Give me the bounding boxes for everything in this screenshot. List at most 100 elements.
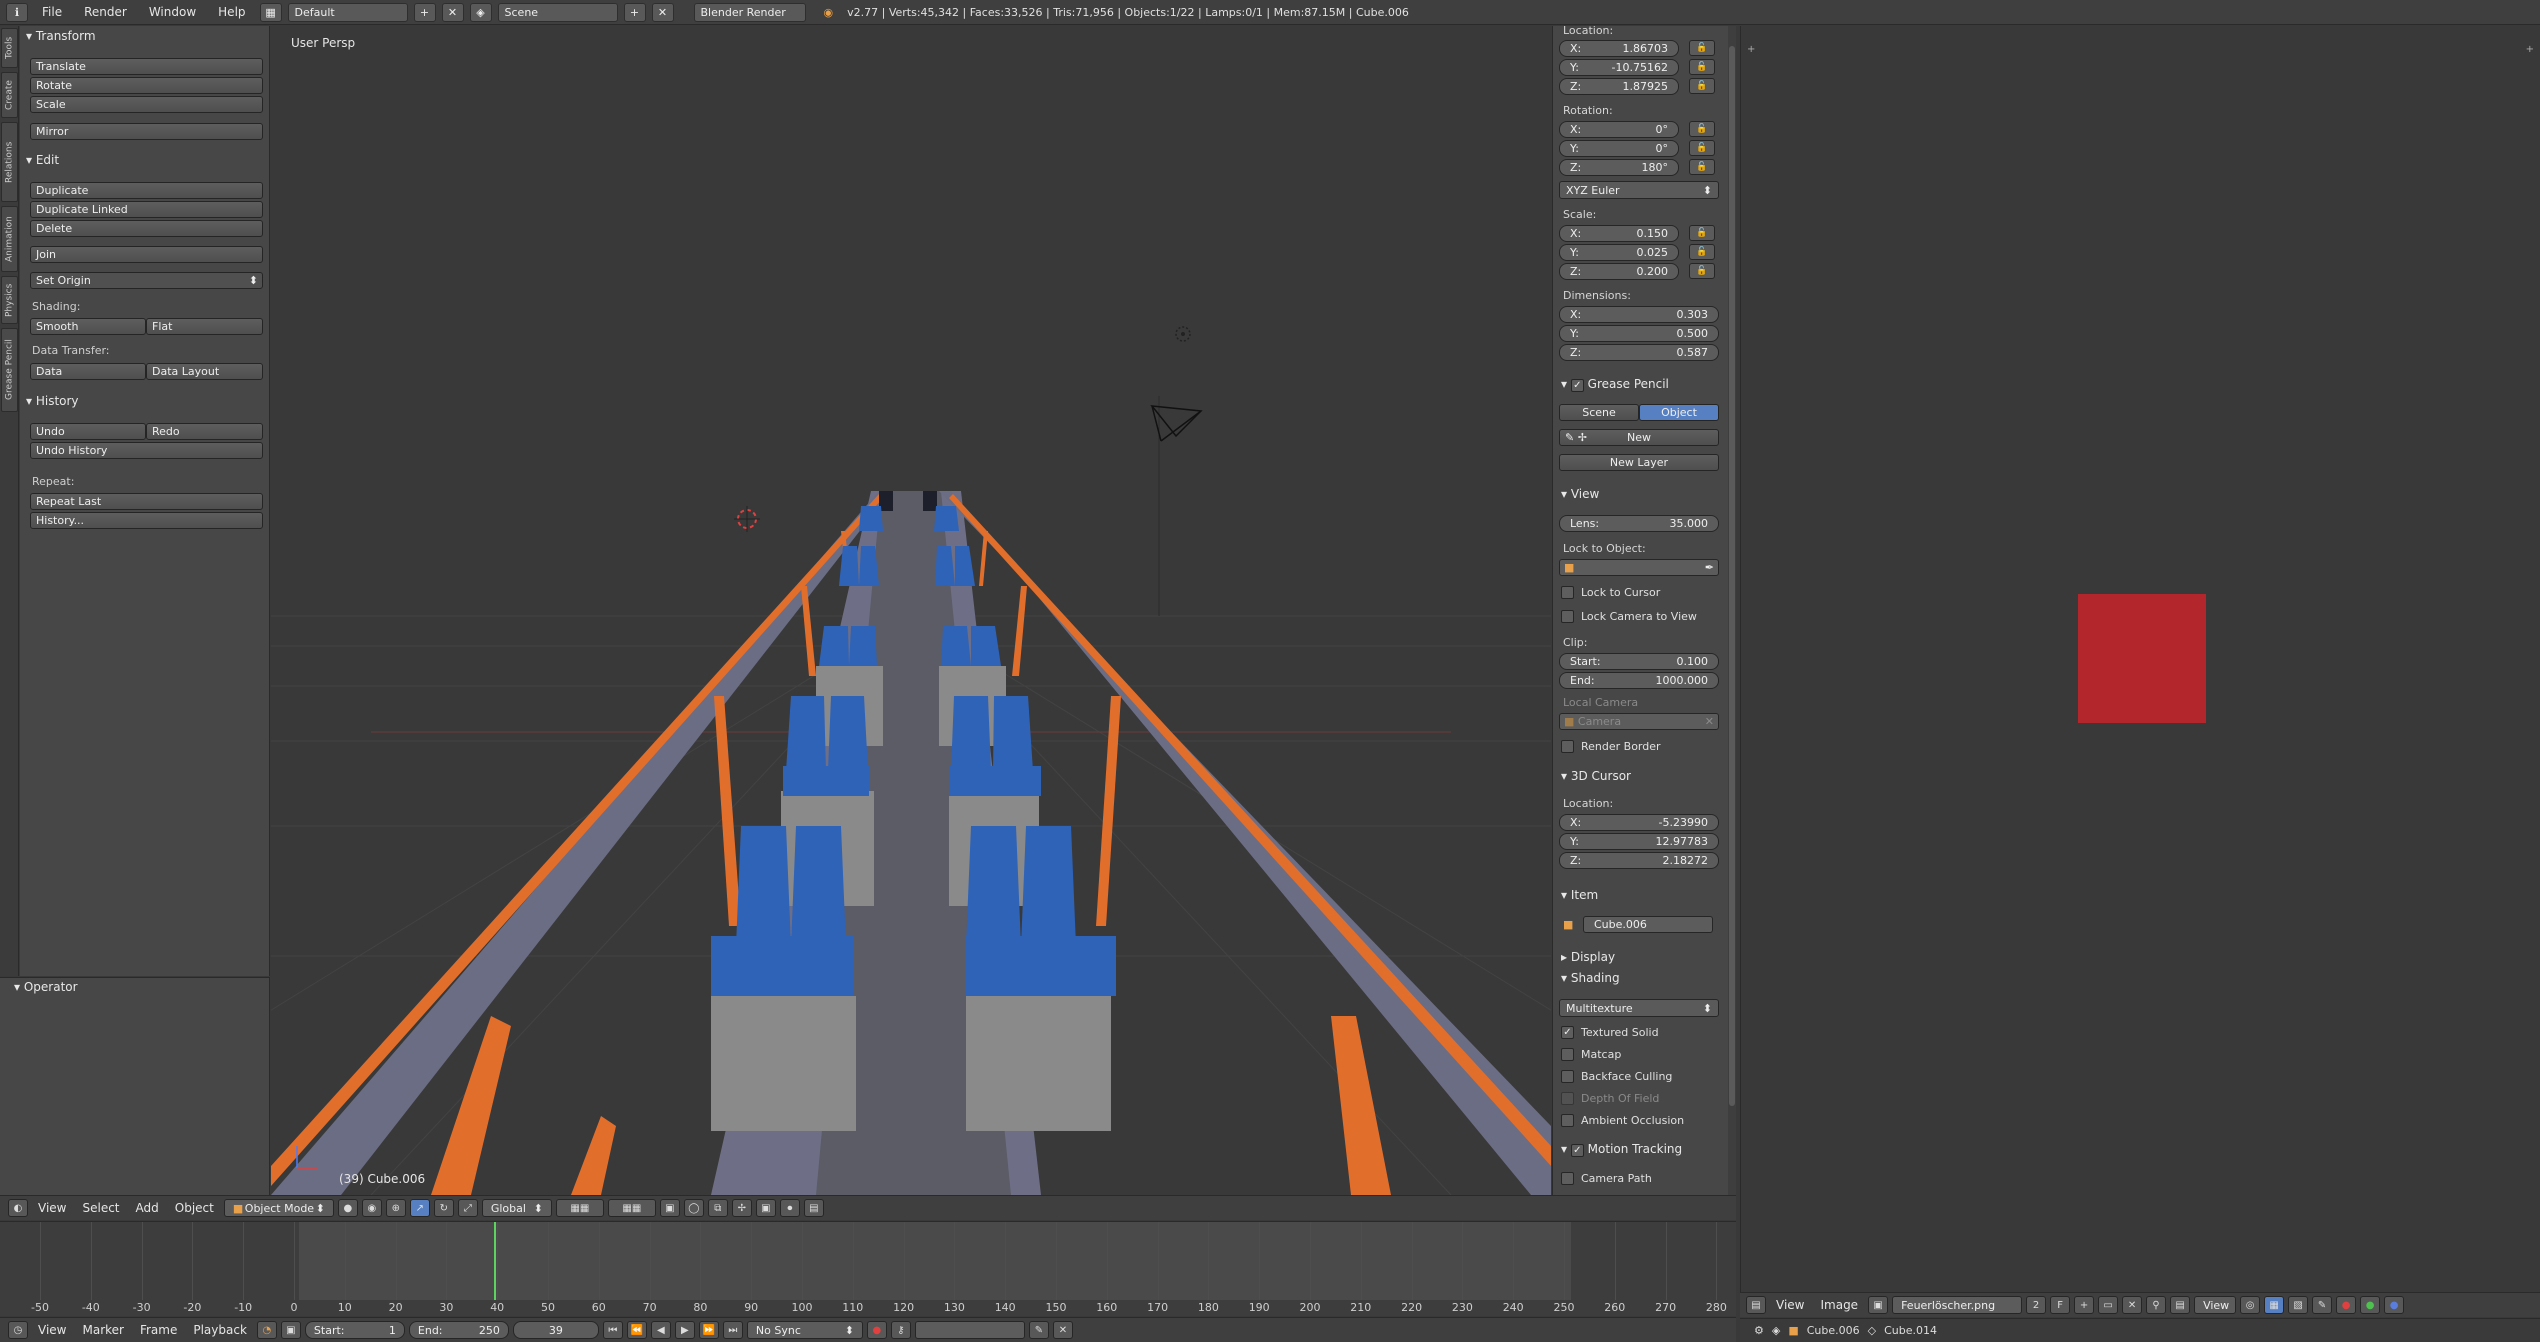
delete-keyframe-icon[interactable]: ✕ bbox=[1052, 1321, 1073, 1339]
history-button[interactable]: History... bbox=[30, 512, 263, 529]
eyedropper-icon[interactable]: ✒ bbox=[1705, 561, 1714, 574]
next-keyframe-icon[interactable]: ⏩ bbox=[698, 1321, 719, 1339]
open-image-icon[interactable]: ▭ bbox=[2098, 1296, 2119, 1314]
lock-camera-to-view-checkbox[interactable] bbox=[1561, 610, 1574, 623]
textured-solid-checkbox[interactable]: ✓ bbox=[1561, 1026, 1574, 1039]
pivot-icon[interactable]: ◎ bbox=[2240, 1296, 2261, 1314]
keying-set-field[interactable] bbox=[914, 1321, 1025, 1339]
backface-culling-checkbox[interactable] bbox=[1561, 1070, 1574, 1083]
jump-end-icon[interactable]: ⏭ bbox=[722, 1321, 743, 1339]
scene-icon[interactable]: ◈ bbox=[469, 2, 492, 22]
color-channel-icon[interactable]: ● bbox=[2336, 1296, 2357, 1314]
remove-scene-icon[interactable]: ✕ bbox=[651, 2, 674, 22]
repeat-last-button[interactable]: Repeat Last bbox=[30, 493, 263, 510]
lock-icon[interactable]: 🔓 bbox=[1689, 140, 1715, 156]
menu-object[interactable]: Object bbox=[169, 1201, 220, 1215]
lock-icon[interactable]: ▣ bbox=[280, 1321, 301, 1339]
menu-render[interactable]: Render bbox=[76, 5, 135, 19]
end-frame-field[interactable]: End: 250 bbox=[408, 1321, 509, 1339]
lock-icon[interactable]: 🔓 bbox=[1689, 225, 1715, 241]
data-button[interactable]: Data bbox=[30, 363, 146, 380]
image-pin-icon[interactable]: ▦ bbox=[2264, 1296, 2285, 1314]
location-x-field[interactable]: X: 1.86703 bbox=[1559, 40, 1679, 57]
motion-tracking-header[interactable]: ▾ ✓ Motion Tracking bbox=[1561, 1142, 1682, 1157]
undo-button[interactable]: Undo bbox=[30, 423, 146, 440]
current-frame-field[interactable]: 39 bbox=[512, 1321, 599, 1339]
smooth-button[interactable]: Smooth bbox=[30, 318, 146, 335]
lock-icon[interactable]: 🔓 bbox=[1689, 59, 1715, 75]
item-name-field[interactable]: Cube.006 bbox=[1583, 916, 1713, 933]
gp-scene-button[interactable]: Scene bbox=[1559, 404, 1639, 421]
layers-grid-icon[interactable]: ▦▦ bbox=[607, 1199, 656, 1217]
image-editor[interactable]: + + bbox=[1740, 26, 2540, 1292]
cursor-x-field[interactable]: X: -5.23990 bbox=[1559, 814, 1719, 831]
keying-set-icon[interactable]: ⚷ bbox=[890, 1321, 911, 1339]
motion-tracking-checkbox[interactable]: ✓ bbox=[1570, 1144, 1584, 1157]
operator-panel-header[interactable]: ▾ Operator bbox=[14, 980, 78, 994]
tab-animation[interactable]: Animation bbox=[1, 206, 18, 272]
lamp-object[interactable] bbox=[1175, 326, 1191, 342]
menu-add[interactable]: Add bbox=[130, 1201, 165, 1215]
timeline-menu-playback[interactable]: Playback bbox=[187, 1323, 253, 1337]
tab-tools[interactable]: Tools bbox=[1, 28, 18, 68]
display-panel-header[interactable]: ▸ Display bbox=[1561, 950, 1615, 964]
layout-selector[interactable]: Default bbox=[287, 2, 408, 22]
lock-layers-icon[interactable]: ▣ bbox=[659, 1199, 680, 1217]
view-mode-icon[interactable]: ▤ bbox=[2170, 1296, 2191, 1314]
scale-y-field[interactable]: Y: 0.025 bbox=[1559, 244, 1679, 261]
grease-pencil-checkbox[interactable]: ✓ bbox=[1570, 379, 1584, 392]
rotation-x-field[interactable]: X: 0° bbox=[1559, 121, 1679, 138]
add-scene-icon[interactable]: + bbox=[623, 2, 646, 22]
translate-manipulator-icon[interactable]: ↗ bbox=[409, 1199, 430, 1217]
clip-start-field[interactable]: Start: 0.100 bbox=[1559, 653, 1719, 670]
scrollbar-thumb[interactable] bbox=[1729, 46, 1735, 1106]
render-engine-selector[interactable]: Blender Render bbox=[693, 2, 806, 22]
playhead[interactable] bbox=[494, 1222, 496, 1300]
scale-x-field[interactable]: X: 0.150 bbox=[1559, 225, 1679, 242]
rotation-y-field[interactable]: Y: 0° bbox=[1559, 140, 1679, 157]
properties-scrollbar[interactable] bbox=[1728, 26, 1736, 1195]
rotation-mode-select[interactable]: XYZ Euler ⬍ bbox=[1559, 181, 1719, 199]
menu-file[interactable]: File bbox=[34, 5, 70, 19]
menu-window[interactable]: Window bbox=[141, 5, 204, 19]
depth-of-field-checkbox[interactable] bbox=[1561, 1092, 1574, 1105]
fake-user-button[interactable]: F bbox=[2050, 1296, 2071, 1314]
blue-channel-icon[interactable]: ● bbox=[2384, 1296, 2405, 1314]
redo-button[interactable]: Redo bbox=[146, 423, 263, 440]
viewport-shading-icon[interactable]: ● bbox=[337, 1199, 358, 1217]
duplicate-linked-button[interactable]: Duplicate Linked bbox=[30, 201, 263, 218]
lock-icon[interactable]: 🔓 bbox=[1689, 244, 1715, 260]
snap-icon[interactable]: ⧉ bbox=[707, 1199, 728, 1217]
lock-icon[interactable]: 🔓 bbox=[1689, 121, 1715, 137]
3d-cursor[interactable] bbox=[734, 506, 760, 532]
timeline-menu-view[interactable]: View bbox=[32, 1323, 72, 1337]
scene-icon[interactable]: ◈ bbox=[1772, 1324, 1780, 1337]
rotate-button[interactable]: Rotate bbox=[30, 77, 263, 94]
timeline-menu-marker[interactable]: Marker bbox=[76, 1323, 129, 1337]
tab-create[interactable]: Create bbox=[1, 72, 18, 118]
matcap-checkbox[interactable] bbox=[1561, 1048, 1574, 1061]
3d-cursor-panel-header[interactable]: ▾ 3D Cursor bbox=[1561, 769, 1631, 783]
data-layout-button[interactable]: Data Layout bbox=[146, 363, 263, 380]
rotate-manipulator-icon[interactable]: ↻ bbox=[433, 1199, 454, 1217]
scene-selector[interactable]: Scene bbox=[497, 2, 618, 22]
jump-start-icon[interactable]: ⏮ bbox=[602, 1321, 623, 1339]
new-image-icon[interactable]: + bbox=[2074, 1296, 2095, 1314]
tab-relations[interactable]: Relations bbox=[1, 122, 18, 202]
edit-panel-header[interactable]: ▾ Edit bbox=[26, 153, 59, 167]
clear-icon[interactable]: ✕ bbox=[1705, 715, 1714, 728]
snap-target-icon[interactable]: ✢ bbox=[731, 1199, 752, 1217]
cursor-y-field[interactable]: Y: 12.97783 bbox=[1559, 833, 1719, 850]
remove-layout-icon[interactable]: ✕ bbox=[441, 2, 464, 22]
image-editor-type-icon[interactable]: ▤ bbox=[1746, 1296, 1766, 1314]
pivot-point-icon[interactable]: ◉ bbox=[361, 1199, 382, 1217]
dimension-z-field[interactable]: Z: 0.587 bbox=[1559, 344, 1719, 361]
sync-mode-select[interactable]: No Sync ⬍ bbox=[746, 1321, 863, 1339]
duplicate-button[interactable]: Duplicate bbox=[30, 182, 263, 199]
preview-range-icon[interactable]: ◔ bbox=[256, 1321, 277, 1339]
cursor-z-field[interactable]: Z: 2.18272 bbox=[1559, 852, 1719, 869]
3d-editor-type-icon[interactable]: ◐ bbox=[8, 1199, 28, 1217]
dimension-y-field[interactable]: Y: 0.500 bbox=[1559, 325, 1719, 342]
dimension-x-field[interactable]: X: 0.303 bbox=[1559, 306, 1719, 323]
view-mode-select[interactable]: View bbox=[2194, 1296, 2237, 1314]
